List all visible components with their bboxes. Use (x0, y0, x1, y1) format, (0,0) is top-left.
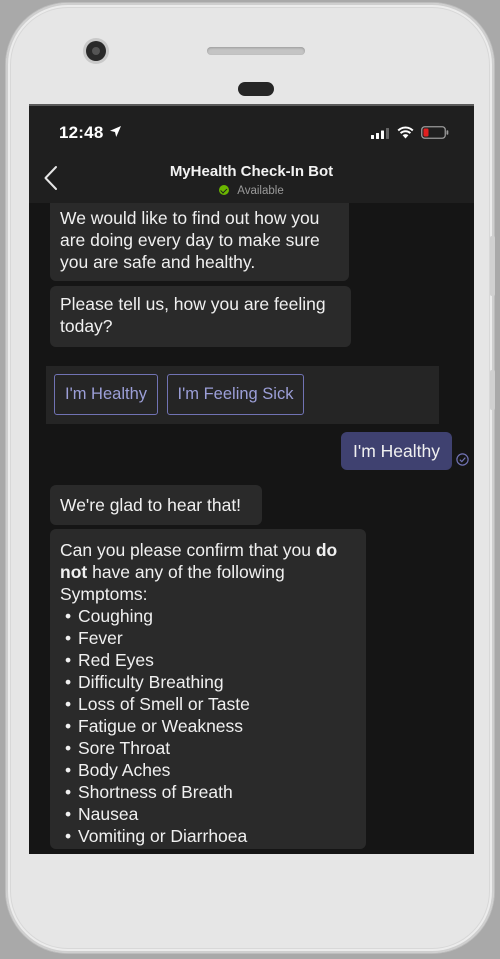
symptom-item: Coughing (60, 605, 356, 627)
status-bar: 12:48 (29, 106, 474, 152)
adaptive-card-actions: I'm Healthy I'm Feeling Sick (46, 366, 439, 424)
front-camera (86, 41, 106, 61)
location-arrow-icon (110, 126, 121, 137)
wifi-icon (397, 126, 414, 139)
confirm-suffix: have any of the following Symptoms: (60, 562, 285, 604)
power-button (490, 370, 495, 410)
confirm-not: not (60, 562, 88, 582)
symptom-item: Shortness of Breath (60, 781, 356, 803)
chat-header: MyHealth Check-In Bot Available (29, 152, 474, 203)
confirm-do: do (315, 540, 338, 560)
symptoms-list: Coughing Fever Red Eyes Difficulty Breat… (60, 605, 356, 847)
symptom-item: Fatigue or Weakness (60, 715, 356, 737)
proximity-sensor (238, 82, 274, 96)
symptom-item: Sore Throat (60, 737, 356, 759)
cellular-signal-icon (371, 128, 389, 139)
confirm-prefix: Can you please confirm that you (60, 540, 311, 560)
im-feeling-sick-button[interactable]: I'm Feeling Sick (167, 374, 304, 415)
sent-check-icon (456, 453, 469, 466)
bot-name[interactable]: MyHealth Check-In Bot (29, 163, 474, 180)
symptom-item: Body Aches (60, 759, 356, 781)
phone-screen: 12:48 MyHealth Check-In Bot Available We… (29, 104, 474, 854)
presence-label: Available (237, 185, 284, 197)
earpiece-speaker (207, 47, 305, 55)
volume-button (490, 236, 495, 296)
symptoms-prompt: Can you please confirm that you do not ha… (60, 539, 356, 605)
user-message: I'm Healthy (341, 432, 452, 470)
symptom-item: Red Eyes (60, 649, 356, 671)
symptom-item: Fever (60, 627, 356, 649)
symptom-item: Vomiting or Diarrhoea (60, 825, 356, 847)
symptom-item: Nausea (60, 803, 356, 825)
bot-message-question: Please tell us, how you are feeling toda… (50, 286, 351, 347)
available-check-icon (219, 185, 230, 195)
bot-message-intro: We would like to find out how you are do… (50, 203, 349, 281)
im-healthy-button[interactable]: I'm Healthy (54, 374, 158, 415)
status-time: 12:48 (59, 123, 104, 142)
bot-message-glad: We're glad to hear that! (50, 485, 262, 525)
presence-status: Available (29, 185, 474, 197)
symptom-item: Loss of Smell or Taste (60, 693, 356, 715)
battery-low-icon (421, 126, 449, 139)
symptom-item: Difficulty Breathing (60, 671, 356, 693)
bot-message-symptoms: Can you please confirm that you do not ha… (50, 529, 366, 849)
